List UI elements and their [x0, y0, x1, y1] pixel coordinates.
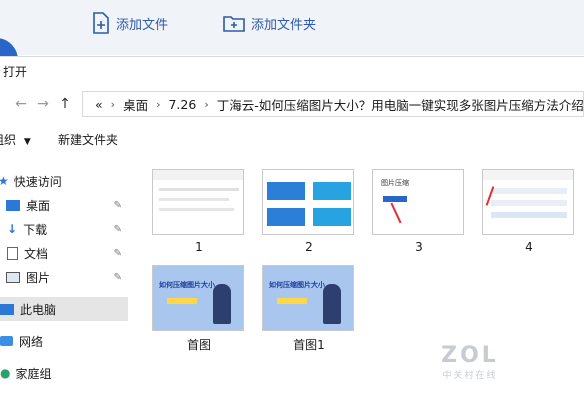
address-overflow[interactable]: «: [95, 97, 103, 112]
thumbnail-text: 如何压缩图片大小: [159, 281, 215, 289]
address-segment-desktop[interactable]: 桌面: [123, 95, 148, 114]
file-name: 2: [305, 240, 313, 254]
desktop-icon: [6, 199, 20, 211]
dialog-title: 打开: [3, 64, 28, 79]
chevron-right-icon: ›: [156, 97, 161, 111]
sidebar-item-downloads[interactable]: ↓ 下载 ✎: [0, 217, 128, 241]
address-bar[interactable]: « › 桌面 › 7.26 › 丁海云-如何压缩图片大小？用电脑一键实现多张图片…: [82, 91, 584, 117]
thumbnail-text: 如何压缩图片大小: [269, 281, 325, 289]
navigation-bar: ← → ↑ « › 桌面 › 7.26 › 丁海云-如何压缩图片大小？用电脑一键…: [0, 89, 584, 119]
file-thumbnail: 如何压缩图片大小: [262, 265, 354, 331]
dialog-titlebar: 打开: [0, 57, 584, 85]
file-thumbnail: [152, 169, 244, 235]
watermark-subtext: 中关村在线: [442, 371, 498, 381]
pin-icon[interactable]: ✎: [114, 200, 122, 211]
file-name: 1: [195, 240, 203, 254]
sidebar-item-label: 网络: [19, 334, 44, 349]
dropdown-icon: ▼: [23, 137, 31, 147]
sidebar-item-documents[interactable]: 文档 ✎: [0, 241, 128, 265]
add-folder-label: 添加文件夹: [251, 17, 317, 33]
sidebar-item-label: 下载: [23, 222, 48, 237]
sidebar-item-quick-access[interactable]: ★ 快速访问: [0, 169, 128, 193]
file-item[interactable]: 如何压缩图片大小 首图: [152, 265, 246, 353]
pin-icon[interactable]: ✎: [114, 272, 122, 283]
watermark-brand: ZOL: [441, 343, 499, 368]
file-thumbnail: 如何压缩图片大小: [152, 265, 244, 331]
file-thumbnail: [262, 169, 354, 235]
sidebar-item-homegroup[interactable]: ● 家庭组: [0, 361, 128, 385]
sidebar-item-desktop[interactable]: 桌面 ✎: [0, 193, 128, 217]
file-item[interactable]: 2: [262, 169, 356, 254]
new-folder-button[interactable]: 新建文件夹: [58, 131, 118, 148]
thumbnail-text: 图片压缩: [381, 179, 409, 187]
dialog-toolbar: 组织 ▼ 新建文件夹: [0, 127, 584, 153]
sidebar-item-label: 图片: [26, 270, 51, 285]
add-file-icon: [93, 12, 109, 34]
document-icon: [7, 246, 18, 260]
sidebar-item-network[interactable]: 网络: [0, 329, 128, 353]
file-thumbnail: 图片压缩: [372, 169, 464, 235]
add-folder-button[interactable]: 添加文件夹: [223, 10, 316, 36]
network-icon: [0, 336, 13, 346]
file-list: 1 2 图片压缩 3 4 如何压缩图片大小 首图 如何压缩图片大小 首图1: [136, 155, 584, 399]
chevron-right-icon: ›: [110, 97, 116, 111]
sidebar-item-label: 快速访问: [13, 174, 62, 189]
back-arrow-icon[interactable]: ←: [10, 96, 32, 112]
pin-icon[interactable]: ✎: [114, 248, 122, 259]
sidebar-item-label: 家庭组: [15, 366, 52, 381]
file-name: 首图: [186, 338, 211, 352]
pin-icon[interactable]: ✎: [114, 224, 122, 235]
chevron-right-icon: ›: [204, 97, 209, 111]
navigation-pane: ★ 快速访问 桌面 ✎ ↓ 下载 ✎ 文档 ✎ 图片 ✎ 此电脑 网络 ● 家庭…: [0, 155, 130, 399]
organize-label: 组织: [0, 133, 17, 147]
file-item[interactable]: 1: [152, 169, 246, 254]
new-folder-label: 新建文件夹: [58, 133, 119, 147]
homegroup-icon: ●: [0, 366, 11, 380]
app-top-bar: 添加文件 添加文件夹: [0, 0, 584, 82]
sidebar-item-label: 桌面: [26, 198, 51, 213]
file-item[interactable]: 如何压缩图片大小 首图1: [262, 265, 356, 353]
picture-icon: [6, 271, 20, 283]
sidebar-item-pictures[interactable]: 图片 ✎: [0, 265, 128, 289]
file-thumbnail: [482, 169, 574, 235]
file-name: 4: [525, 240, 533, 254]
download-icon: ↓: [7, 222, 18, 236]
address-segment-date[interactable]: 7.26: [168, 97, 196, 112]
sidebar-item-this-pc[interactable]: 此电脑: [0, 297, 128, 321]
file-name: 3: [415, 240, 423, 254]
file-item[interactable]: 4: [482, 169, 576, 254]
add-folder-icon: [223, 16, 245, 32]
add-file-button[interactable]: 添加文件: [92, 10, 168, 36]
add-file-label: 添加文件: [116, 17, 169, 33]
up-arrow-icon[interactable]: ↑: [54, 96, 76, 112]
address-segment-folder[interactable]: 丁海云-如何压缩图片大小？用电脑一键实现多张图片压缩方法介绍: [217, 95, 583, 114]
organize-button[interactable]: 组织 ▼: [0, 131, 31, 148]
computer-icon: [0, 303, 14, 315]
forward-arrow-icon[interactable]: →: [32, 96, 54, 112]
sidebar-item-label: 文档: [24, 246, 49, 261]
watermark-logo: ZOL 中关村在线: [430, 343, 510, 381]
file-name: 首图1: [293, 338, 325, 352]
file-item[interactable]: 图片压缩 3: [372, 169, 466, 254]
star-icon: ★: [0, 174, 9, 188]
sidebar-item-label: 此电脑: [20, 302, 57, 317]
